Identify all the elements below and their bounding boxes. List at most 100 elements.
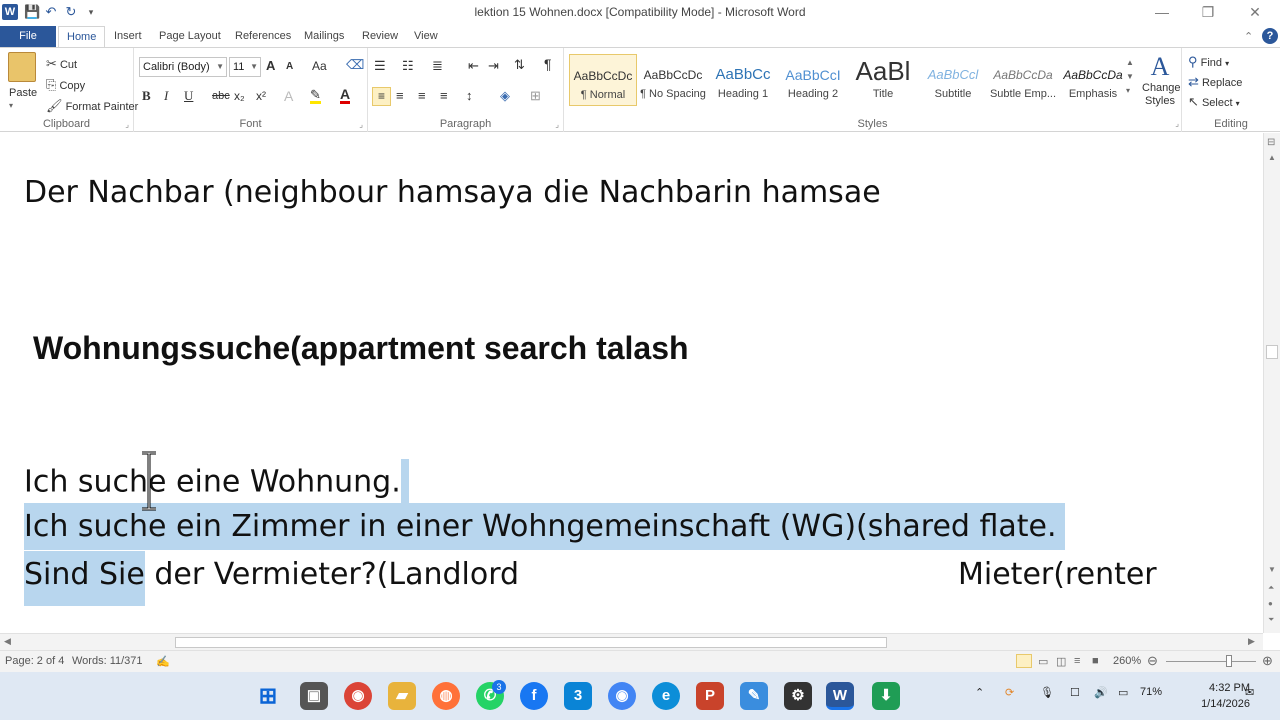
tab-home[interactable]: Home <box>58 26 106 48</box>
doc-heading[interactable]: Wohnungssuche(appartment search talash <box>33 330 689 367</box>
shrink-font-button[interactable]: A <box>286 61 293 72</box>
proofing-icon[interactable]: ✍ <box>156 655 170 668</box>
format-painter-button[interactable]: 🖌 Format Painter <box>46 98 138 114</box>
restore-button[interactable]: ❐ <box>1198 4 1218 21</box>
tab-page-layout[interactable]: Page Layout <box>151 26 229 48</box>
style-subtitle[interactable]: AaBbCcl Subtitle <box>919 54 987 106</box>
chrome-icon[interactable]: ◉ <box>344 682 372 710</box>
line-spacing-icon[interactable]: ↕ <box>466 88 473 103</box>
doc-line[interactable]: Der Nachbar (neighbour hamsaya die Nachb… <box>24 175 881 210</box>
edge-icon[interactable]: e <box>652 682 680 710</box>
styles-scroll-icon[interactable]: ▲ ▼ ▾ <box>1126 56 1134 98</box>
shading-icon[interactable]: ◈ <box>500 88 510 104</box>
chrome-profile-icon[interactable]: ◉ <box>608 682 636 710</box>
horizontal-scrollbar[interactable]: ◀ ▶ <box>0 633 1263 650</box>
full-screen-reading-icon[interactable]: ▭ <box>1038 655 1048 668</box>
tray-chevron-up-icon[interactable]: ⌃ <box>975 686 984 699</box>
style-normal[interactable]: AaBbCcDc ¶ Normal <box>569 54 637 106</box>
select-button[interactable]: ↖ Select ▾ <box>1188 94 1240 110</box>
style-no-spacing[interactable]: AaBbCcDc ¶ No Spacing <box>639 54 707 106</box>
style-emphasis[interactable]: AaBbCcDa Emphasis <box>1059 54 1127 106</box>
document-page[interactable]: Der Nachbar (neighbour hamsaya die Nachb… <box>0 133 1263 633</box>
paste-dropdown-icon[interactable]: ▾ <box>9 101 13 110</box>
decrease-indent-icon[interactable]: ⇤ <box>468 58 479 74</box>
tab-references[interactable]: References <box>227 26 299 48</box>
page-count[interactable]: Page: 2 of 4 <box>5 655 64 667</box>
doc-line-selected[interactable]: Ich suche ein Zimmer in einer Wohngemein… <box>24 503 1073 555</box>
text-effects-icon[interactable]: A <box>284 88 293 104</box>
style-heading-2[interactable]: AaBbCcI Heading 2 <box>779 54 847 106</box>
borders-icon[interactable]: ⊞ <box>530 88 541 104</box>
tab-mailings[interactable]: Mailings <box>296 26 352 48</box>
network-icon[interactable]: ☐ <box>1070 686 1080 699</box>
vertical-scroll-thumb[interactable] <box>1266 345 1278 359</box>
settings-gear-icon[interactable]: ⚙ <box>784 682 812 710</box>
bullets-icon[interactable]: ☰ <box>374 58 386 74</box>
task-view-icon[interactable]: ▣ <box>300 682 328 710</box>
minimize-button[interactable]: — <box>1152 4 1172 20</box>
highlight-color-icon[interactable]: ✎ <box>310 88 321 104</box>
outline-view-icon[interactable]: ≡ <box>1074 655 1080 667</box>
superscript-button[interactable]: x² <box>256 89 266 103</box>
align-center-icon[interactable]: ≡ <box>396 88 404 103</box>
recorder-icon[interactable]: ⬇ <box>872 682 900 710</box>
underline-button[interactable]: U <box>184 88 193 104</box>
file-explorer-icon[interactable]: ▰ <box>388 682 416 710</box>
sort-icon[interactable]: ⇅ <box>514 57 525 73</box>
word-taskbar-icon[interactable]: W <box>826 682 854 710</box>
microphone-icon[interactable]: 🎙 <box>1040 686 1054 699</box>
doc-line[interactable]: Ich suche eine Wohnung. <box>24 459 409 507</box>
system-clock[interactable]: 4:32 PM 1/14/2026 <box>1201 680 1250 712</box>
find-button[interactable]: ⚲ Find ▾ <box>1188 54 1229 70</box>
subscript-button[interactable]: x₂ <box>234 89 245 103</box>
tab-review[interactable]: Review <box>354 26 406 48</box>
font-family-combo[interactable]: Calibri (Body) ▼ <box>139 57 227 77</box>
clipboard-launcher-icon[interactable]: ⌟ <box>125 120 129 129</box>
justify-icon[interactable]: ≡ <box>440 88 448 103</box>
paragraph-launcher-icon[interactable]: ⌟ <box>555 120 559 129</box>
numbering-icon[interactable]: ☷ <box>402 58 414 74</box>
print-layout-view-icon[interactable] <box>1016 654 1032 668</box>
tab-view[interactable]: View <box>406 26 446 48</box>
style-heading-1[interactable]: AaBbCc Heading 1 <box>709 54 777 106</box>
battery-icon[interactable]: ▭ <box>1118 686 1128 699</box>
tab-file[interactable]: File <box>0 26 56 48</box>
firefox-icon[interactable]: ◍ <box>432 682 460 710</box>
multilevel-list-icon[interactable]: ≣ <box>432 58 443 74</box>
help-icon[interactable]: ? <box>1262 28 1278 44</box>
paste-button[interactable]: Paste <box>9 87 37 99</box>
replace-button[interactable]: ⇄ Replace <box>1188 74 1242 90</box>
powerpoint-icon[interactable]: P <box>696 682 724 710</box>
copy-button[interactable]: ⎘ Copy <box>46 77 85 93</box>
zoom-slider-handle[interactable] <box>1226 655 1232 667</box>
strikethrough-button[interactable]: abc <box>212 90 230 102</box>
change-styles-button[interactable]: A Change Styles <box>1142 52 1181 108</box>
tab-insert[interactable]: Insert <box>106 26 150 48</box>
zoom-level[interactable]: 260% <box>1113 655 1141 667</box>
zoom-out-icon[interactable]: ⊖ <box>1147 653 1158 669</box>
battery-percent[interactable]: 71% <box>1140 686 1162 698</box>
align-right-icon[interactable]: ≡ <box>418 88 426 103</box>
notifications-icon[interactable]: ✉ <box>1245 686 1254 699</box>
next-page-icon[interactable]: ⏷ <box>1268 615 1274 625</box>
styles-launcher-icon[interactable]: ⌟ <box>1175 119 1179 128</box>
bold-button[interactable]: B <box>142 88 151 104</box>
doc-text-right[interactable]: Mieter(renter <box>958 557 1157 592</box>
paste-icon[interactable] <box>8 52 36 82</box>
start-windows-icon[interactable]: ⊞ <box>254 682 282 710</box>
style-title[interactable]: AaBl Title <box>849 54 917 106</box>
zoom-slider-track[interactable] <box>1166 661 1256 662</box>
paint-icon[interactable]: ✎ <box>740 682 768 710</box>
align-left-icon[interactable]: ≡ <box>372 87 391 106</box>
collapse-ribbon-icon[interactable]: ⌃ <box>1244 30 1253 43</box>
scroll-left-icon[interactable]: ◀ <box>4 636 11 647</box>
draft-view-icon[interactable]: ■ <box>1092 655 1099 667</box>
zoom-in-icon[interactable]: ⊕ <box>1262 653 1273 669</box>
cut-button[interactable]: ✂ Cut <box>46 56 77 72</box>
ruler-toggle-icon[interactable]: ⊟ <box>1267 137 1275 148</box>
font-size-combo[interactable]: 11 ▼ <box>229 57 261 77</box>
scroll-right-icon[interactable]: ▶ <box>1248 636 1255 647</box>
browse-object-icon[interactable]: ● <box>1268 599 1273 608</box>
previous-page-icon[interactable]: ⏶ <box>1268 583 1274 593</box>
vertical-scrollbar[interactable]: ⊟ ▲ ▼ ⏶ ● ⏷ <box>1263 133 1280 633</box>
